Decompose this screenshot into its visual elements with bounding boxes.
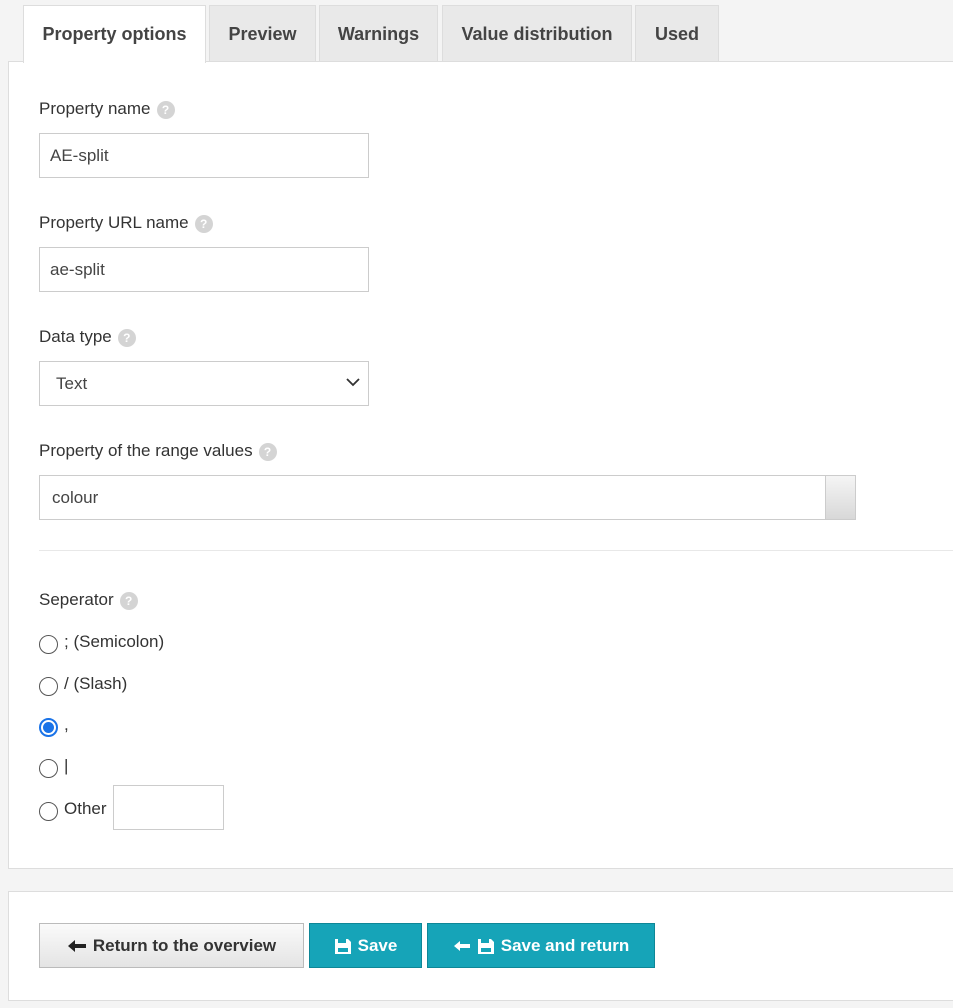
property-name-value: AE-split	[50, 145, 109, 165]
radio-button[interactable]	[39, 677, 58, 696]
radio-button[interactable]	[39, 802, 58, 821]
radio-button[interactable]	[39, 759, 58, 778]
tab-warnings[interactable]: Warnings	[319, 5, 438, 62]
tab-label: Property options	[42, 24, 187, 44]
return-to-overview-button[interactable]: Return to the overview	[39, 923, 304, 968]
range-property-value: colour	[52, 487, 99, 507]
save-button[interactable]: Save	[309, 923, 422, 968]
help-icon[interactable]: ?	[258, 443, 277, 461]
property-url-name-value: ae-split	[50, 259, 105, 279]
arrow-left-icon	[67, 939, 87, 953]
data-type-label: Data type ?	[39, 326, 136, 347]
property-options-panel: Property name ? AE-split Property URL na…	[8, 61, 953, 869]
tab-label: Preview	[228, 23, 297, 44]
tab-used[interactable]: Used	[635, 5, 719, 62]
range-property-combobox[interactable]: colour	[39, 475, 856, 520]
help-icon[interactable]: ?	[117, 329, 136, 347]
property-url-name-input[interactable]: ae-split	[39, 247, 369, 292]
floppy-icon	[477, 937, 495, 955]
floppy-icon	[334, 937, 352, 955]
separator-label: Seperator ?	[39, 589, 138, 610]
separator-option-slash[interactable]: / (Slash)	[39, 671, 127, 696]
chevron-down-icon	[346, 378, 360, 387]
property-name-label: Property name ?	[39, 98, 175, 119]
tab-property-options[interactable]: Property options	[23, 5, 206, 63]
radio-button[interactable]	[39, 635, 58, 654]
tab-preview[interactable]: Preview	[209, 5, 316, 62]
help-icon[interactable]: ?	[156, 101, 175, 119]
tab-label: Used	[654, 23, 699, 44]
data-type-value: Text	[56, 373, 88, 393]
help-icon[interactable]: ?	[194, 215, 213, 233]
radio-button-checked[interactable]	[39, 718, 58, 737]
tab-label: Value distribution	[461, 23, 613, 44]
separator-option-other[interactable]: Other	[39, 796, 107, 821]
data-type-select[interactable]: Text	[39, 361, 369, 406]
action-bar: Return to the overview Save Save and ret…	[8, 891, 953, 1001]
help-icon[interactable]: ?	[119, 592, 138, 610]
range-property-label: Property of the range values ?	[39, 440, 277, 461]
tab-label: Warnings	[337, 23, 420, 44]
property-name-input[interactable]: AE-split	[39, 133, 369, 178]
separator-option-comma[interactable]: ,	[39, 712, 69, 737]
arrow-left-icon	[453, 940, 471, 952]
separator-option-pipe[interactable]: |	[39, 753, 68, 778]
save-and-return-button[interactable]: Save and return	[427, 923, 655, 968]
tab-value-distribution[interactable]: Value distribution	[442, 5, 632, 62]
section-divider	[39, 550, 953, 551]
separator-option-semicolon[interactable]: ; (Semicolon)	[39, 629, 164, 654]
combobox-dropdown-button[interactable]	[825, 476, 855, 519]
separator-other-input[interactable]	[113, 785, 224, 830]
property-url-name-label: Property URL name ?	[39, 212, 213, 233]
